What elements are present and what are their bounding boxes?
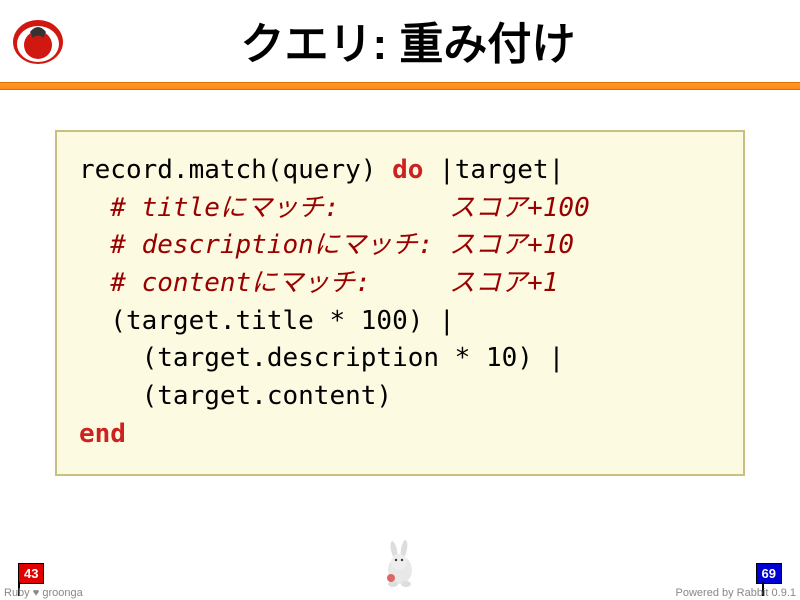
slide-footer: 43 69 Ruby ♥ groonga Powered by Rabbit 0… [0, 554, 800, 600]
code-comment-2: # descriptionにマッチ: スコア+10 [79, 230, 574, 260]
code-line-7: (target.content) [79, 381, 392, 411]
code-keyword-do: do [392, 155, 423, 185]
footer-right-text: Powered by Rabbit 0.9.1 [676, 587, 796, 599]
code-line-5: (target.title * 100) | [79, 306, 455, 336]
rabbit-icon [378, 540, 422, 588]
footer-left-text: Ruby ♥ groonga [4, 587, 83, 599]
slide-title: クエリ: 重み付け [66, 8, 790, 72]
progress-row: 43 69 [0, 554, 800, 584]
code-comment-3: # contentにマッチ: スコア+1 [79, 268, 558, 298]
current-page-flag: 43 [18, 563, 44, 584]
footer-left-a: Ruby [4, 587, 33, 599]
groonga-logo-icon [10, 12, 66, 68]
total-pages-flag: 69 [756, 563, 782, 584]
code-line-1-tail: |target| [423, 155, 564, 185]
code-block: record.match(query) do |target| # titleに… [55, 130, 745, 476]
code-line-1-plain: record.match(query) [79, 155, 392, 185]
footer-left-b: groonga [39, 587, 82, 599]
header-divider [0, 82, 800, 90]
slide-header: クエリ: 重み付け [0, 0, 800, 82]
code-keyword-end: end [79, 419, 126, 449]
footer-text-row: Ruby ♥ groonga Powered by Rabbit 0.9.1 [0, 584, 800, 600]
code-line-6: (target.description * 10) | [79, 343, 564, 373]
code-comment-1: # titleにマッチ: スコア+100 [79, 193, 590, 223]
